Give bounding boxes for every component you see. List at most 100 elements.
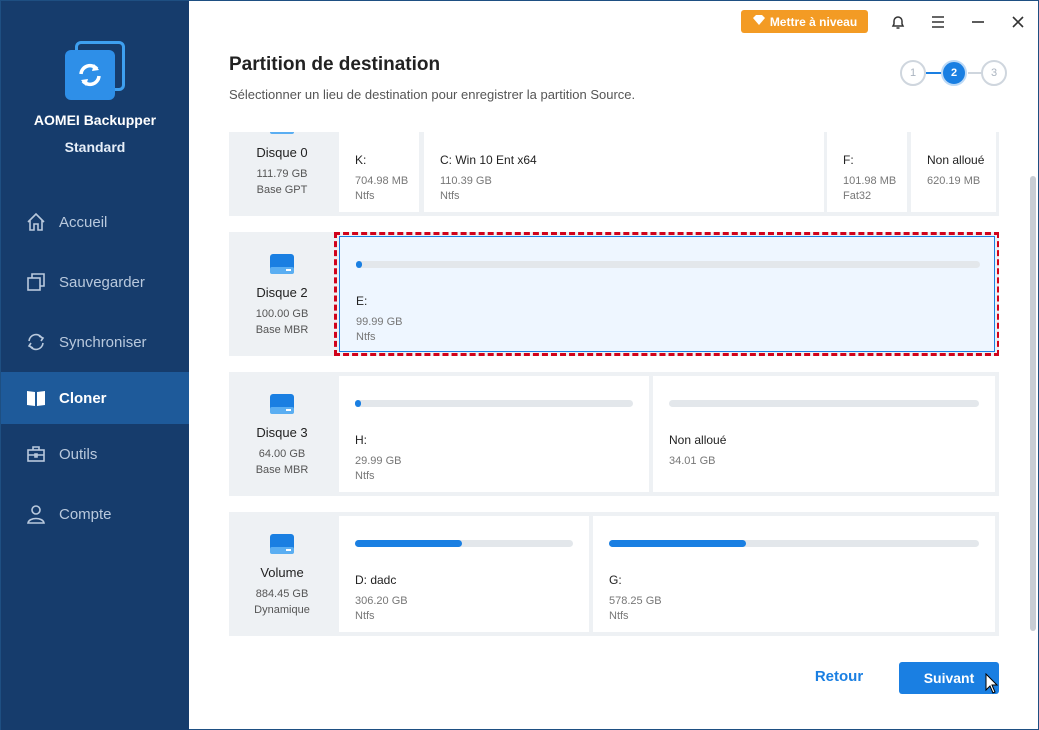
partition-card[interactable]: G: 578.25 GB Ntfs	[593, 516, 995, 632]
partition-name: E:	[356, 294, 368, 308]
sidebar-nav: Accueil Sauvegarder Synchroniser Cloner …	[1, 192, 189, 544]
partition-name: C: Win 10 Ent x64	[440, 153, 537, 167]
step-indicator-2: 2	[941, 60, 967, 86]
scrollbar-thumb[interactable]	[1030, 176, 1036, 631]
app-window: AOMEI Backupper Standard Accueil Sauvega…	[0, 0, 1039, 730]
sidebar-item-label: Sauvegarder	[59, 273, 145, 291]
backup-icon	[25, 271, 47, 293]
partition-name: F:	[843, 153, 854, 167]
partition-card[interactable]: Non alloué 620.19 MB	[911, 132, 996, 212]
step-connector	[926, 72, 942, 74]
usage-bar	[355, 400, 633, 407]
partition-size: 110.39 GB	[440, 175, 492, 187]
sidebar-item-cloner[interactable]: Cloner	[1, 372, 189, 424]
app-logo-icon	[65, 41, 125, 101]
menu-icon[interactable]	[927, 11, 949, 33]
toolbox-icon	[25, 443, 47, 465]
disk-row-volume: Volume 884.45 GB Dynamique D: dadc 306.2…	[229, 512, 999, 636]
usage-bar-fill	[355, 540, 462, 547]
disk-icon	[270, 254, 294, 274]
partition-name: Non alloué	[927, 153, 985, 167]
disk-type: Base MBR	[255, 464, 309, 476]
partition-name: K:	[355, 153, 367, 167]
step-indicator-1: 1	[900, 60, 926, 86]
usage-bar	[669, 400, 979, 407]
disk-info: Volume 884.45 GB Dynamique	[229, 512, 335, 636]
usage-bar-fill	[609, 540, 746, 547]
step-indicator-3: 3	[981, 60, 1007, 86]
disk-size: 111.79 GB	[256, 168, 308, 180]
disk-row-2: Disque 2 100.00 GB Base MBR E: 99.99 GB …	[229, 232, 999, 356]
sidebar-item-compte[interactable]: Compte	[1, 484, 189, 544]
sidebar-item-synchroniser[interactable]: Synchroniser	[1, 312, 189, 372]
upgrade-label: Mettre à niveau	[769, 14, 858, 29]
disk-size: 884.45 GB	[255, 588, 309, 600]
partition-filesystem: Ntfs	[355, 470, 375, 482]
partition-size: 306.20 GB	[355, 595, 408, 607]
app-name: AOMEI Backupper	[33, 112, 157, 128]
partition-card[interactable]: C: Win 10 Ent x64 110.39 GB Ntfs	[424, 132, 824, 212]
disk-info: Disque 2 100.00 GB Base MBR	[229, 232, 335, 356]
partition-size: 704.98 MB	[355, 175, 409, 187]
disk-row-3: Disque 3 64.00 GB Base MBR H: 29.99 GB N…	[229, 372, 999, 496]
usage-bar-fill	[355, 400, 361, 407]
partition-card[interactable]: K: 704.98 MB Ntfs	[339, 132, 419, 212]
disk-name: Disque 3	[256, 425, 308, 440]
disk-type: Dynamique	[254, 604, 310, 616]
user-icon	[25, 503, 47, 525]
partition-size: 578.25 GB	[609, 595, 662, 607]
partition-name: G:	[609, 573, 622, 587]
partition-name: D: dadc	[355, 573, 397, 587]
disk-name: Disque 0	[256, 145, 308, 160]
sidebar-item-label: Cloner	[59, 389, 107, 407]
sidebar-item-label: Compte	[59, 505, 112, 523]
sidebar-item-sauvegarder[interactable]: Sauvegarder	[1, 252, 189, 312]
clone-icon	[25, 387, 47, 409]
sync-icon	[25, 331, 47, 353]
next-button[interactable]: Suivant	[899, 662, 999, 694]
usage-bar-fill	[356, 261, 363, 268]
disk-icon	[270, 132, 294, 134]
sidebar-item-accueil[interactable]: Accueil	[1, 192, 189, 252]
sidebar-item-label: Synchroniser	[59, 333, 147, 351]
usage-bar	[609, 540, 979, 547]
partition-size: 99.99 GB	[356, 316, 403, 328]
minimize-icon[interactable]	[967, 11, 989, 33]
page-subtitle: Sélectionner un lieu de destination pour…	[229, 87, 636, 102]
partition-card[interactable]: H: 29.99 GB Ntfs	[339, 376, 649, 492]
app-edition: Standard	[64, 139, 126, 155]
partition-filesystem: Ntfs	[355, 190, 375, 202]
close-icon[interactable]	[1007, 11, 1029, 33]
page-title: Partition de destination	[229, 54, 441, 75]
partition-filesystem: Fat32	[843, 190, 872, 202]
disk-list[interactable]: Disque 0 111.79 GB Base GPT K: 704.98 MB…	[229, 132, 999, 637]
partition-card[interactable]: Non alloué 34.01 GB	[653, 376, 995, 492]
usage-bar	[355, 540, 573, 547]
partition-size: 620.19 MB	[927, 175, 981, 187]
bell-icon[interactable]	[887, 11, 909, 33]
diamond-icon	[752, 14, 766, 29]
partition-filesystem: Ntfs	[440, 190, 460, 202]
partition-filesystem: Ntfs	[355, 610, 375, 622]
disk-name: Disque 2	[256, 285, 308, 300]
partition-size: 101.98 MB	[843, 175, 897, 187]
usage-bar	[356, 261, 980, 268]
partition-name: Non alloué	[669, 433, 727, 447]
disk-type: Base MBR	[255, 324, 309, 336]
partition-card[interactable]: F: 101.98 MB Fat32	[827, 132, 907, 212]
mouse-cursor-icon	[985, 673, 999, 694]
disk-info: Disque 0 111.79 GB Base GPT	[229, 132, 335, 216]
disk-icon	[270, 534, 294, 554]
upgrade-button[interactable]: Mettre à niveau	[741, 10, 868, 33]
disk-info: Disque 3 64.00 GB Base MBR	[229, 372, 335, 496]
back-button[interactable]: Retour	[801, 668, 877, 692]
partition-card[interactable]: D: dadc 306.20 GB Ntfs	[339, 516, 589, 632]
sidebar-item-label: Accueil	[59, 213, 108, 231]
disk-name: Volume	[260, 565, 304, 580]
disk-size: 64.00 GB	[258, 448, 306, 460]
partition-card-selected[interactable]: E: 99.99 GB Ntfs	[339, 236, 995, 352]
sidebar-item-outils[interactable]: Outils	[1, 424, 189, 484]
partition-size: 29.99 GB	[355, 455, 402, 467]
sidebar: AOMEI Backupper Standard Accueil Sauvega…	[1, 1, 189, 730]
partition-filesystem: Ntfs	[609, 610, 629, 622]
